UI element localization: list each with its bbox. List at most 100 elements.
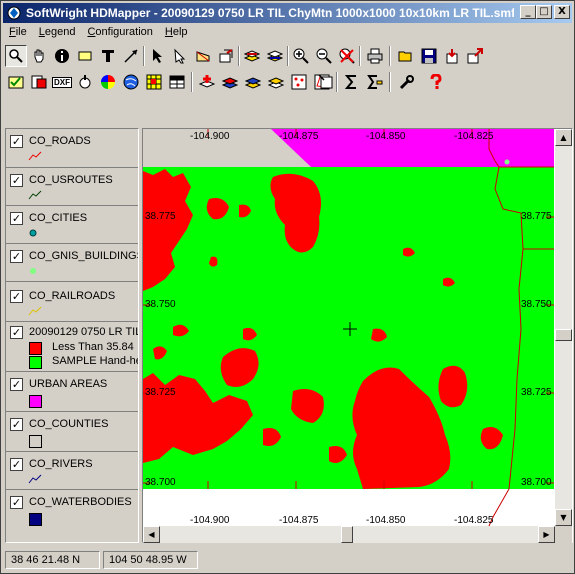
toolbar-separator [389, 46, 391, 66]
color-wheel-icon[interactable] [97, 71, 119, 93]
add-site-icon[interactable] [196, 71, 218, 93]
legend-layer-co-roads[interactable]: ✓ CO_ROADS [6, 129, 138, 167]
scroll-up-arrow-icon[interactable]: ▲ [555, 129, 572, 146]
layer-checkbox[interactable]: ✓ [10, 326, 23, 339]
layer-checkbox[interactable]: ✓ [10, 418, 23, 431]
hand-drag-icon[interactable] [74, 71, 96, 93]
legend-layer-co-gnis-buildings[interactable]: ✓ CO_GNIS_BUILDINGS [6, 243, 138, 281]
legend-layer-co-usroutes[interactable]: ✓ CO_USROUTES [6, 167, 138, 205]
grid-icon[interactable] [143, 71, 165, 93]
layer-checkbox[interactable]: ✓ [10, 496, 23, 509]
stack-red-icon[interactable] [219, 71, 241, 93]
menu-configuration[interactable]: Configuration [81, 24, 158, 41]
title-bar[interactable]: SoftWright HDMapper - 20090129 0750 LR T… [3, 3, 572, 23]
scroll-right-arrow-icon[interactable]: ▶ [538, 526, 555, 543]
zoom-icon[interactable] [5, 45, 27, 67]
check-icon[interactable] [5, 71, 27, 93]
legend-layer-co-counties[interactable]: ✓ CO_COUNTIES [6, 411, 138, 451]
vertical-scroll-thumb[interactable] [555, 329, 572, 341]
layer-checkbox[interactable]: ✓ [10, 174, 23, 187]
help-icon[interactable] [425, 71, 447, 93]
building-marker [504, 159, 510, 165]
layer-name: CO_WATERBODIES [29, 496, 132, 508]
legend-layer-co-railroads[interactable]: ✓ CO_RAILROADS [6, 281, 138, 321]
label-icon[interactable] [74, 45, 96, 67]
pan-hand-icon[interactable] [28, 45, 50, 67]
legend-panel: ✓ CO_ROADS ✓ CO_USROUTES ✓ CO_CITIES ✓ C… [5, 128, 139, 543]
text-tool-icon[interactable] [97, 45, 119, 67]
legend-layer-coverage[interactable]: ✓ 20090129 0750 LR TIL Less Than 35.84 S… [6, 321, 138, 371]
map-view[interactable]: -104.900 -104.875 -104.850 -104.825 38.7… [142, 128, 573, 543]
color-swatch [29, 356, 42, 369]
zoom-out-icon[interactable] [313, 45, 335, 67]
bottom-longitude-label: -104.900 [190, 515, 230, 526]
vertical-scrollbar[interactable]: ▲ ▼ [555, 129, 572, 526]
zoom-in-icon[interactable] [290, 45, 312, 67]
export-icon[interactable] [215, 45, 237, 67]
horizontal-scroll-thumb[interactable] [341, 526, 353, 543]
print-icon[interactable] [364, 45, 386, 67]
legend-layer-co-waterbodies[interactable]: ✓ CO_WATERBODIES [6, 489, 138, 542]
points-icon[interactable] [288, 71, 310, 93]
stack-yellow-icon[interactable] [265, 71, 287, 93]
status-latitude: 38 46 21.48 N [5, 551, 100, 569]
close-button[interactable]: X [554, 5, 570, 19]
layer-checkbox[interactable]: ✓ [10, 378, 23, 391]
layer-name: CO_USROUTES [29, 174, 113, 186]
layer-name: CO_ROADS [29, 135, 91, 147]
sum-edit-icon[interactable] [364, 71, 386, 93]
import-icon[interactable] [441, 45, 463, 67]
layer-name: URBAN AREAS [29, 378, 108, 390]
select-arrow-icon[interactable] [146, 45, 168, 67]
layer-checkbox[interactable]: ✓ [10, 458, 23, 471]
layer-checkbox[interactable]: ✓ [10, 290, 23, 303]
top-longitude-label: -104.850 [366, 131, 406, 142]
top-longitude-label: -104.875 [279, 131, 319, 142]
color-swatch [29, 395, 42, 408]
table-icon[interactable] [166, 71, 188, 93]
toolbar-separator [287, 46, 289, 66]
globe-icon[interactable] [120, 71, 142, 93]
top-longitude-label: -104.900 [190, 131, 230, 142]
dxf-icon[interactable]: DXF [51, 71, 73, 93]
layers-down-icon[interactable] [264, 45, 286, 67]
stack-blue-icon[interactable] [242, 71, 264, 93]
legend-layer-co-cities[interactable]: ✓ CO_CITIES [6, 205, 138, 243]
right-latitude-label: 38.775 [521, 211, 552, 222]
layers-up-icon[interactable] [241, 45, 263, 67]
horizontal-scrollbar[interactable]: ◀ ▶ [143, 526, 555, 543]
menu-file[interactable]: File [3, 24, 33, 41]
legend-layer-urban-areas[interactable]: ✓ URBAN AREAS [6, 371, 138, 411]
database-icon[interactable] [28, 71, 50, 93]
sum-icon[interactable] [341, 71, 363, 93]
layer-name: CO_RIVERS [29, 458, 93, 470]
zoom-cancel-icon[interactable] [336, 45, 358, 67]
layer-checkbox[interactable]: ✓ [10, 250, 23, 263]
right-latitude-label: 38.725 [521, 387, 552, 398]
info-icon[interactable] [51, 45, 73, 67]
map-canvas[interactable] [143, 129, 573, 543]
layer-name: CO_COUNTIES [29, 418, 109, 430]
properties-icon[interactable] [315, 71, 337, 93]
export-out-icon[interactable] [464, 45, 486, 67]
layer-checkbox[interactable]: ✓ [10, 135, 23, 148]
edit-pointer-icon[interactable] [169, 45, 191, 67]
layer-name: CO_RAILROADS [29, 290, 116, 302]
save-icon[interactable] [418, 45, 440, 67]
measure-icon[interactable] [120, 45, 142, 67]
area-icon[interactable] [192, 45, 214, 67]
maximize-button[interactable]: □ [536, 5, 552, 19]
minimize-button[interactable]: _ [520, 5, 536, 19]
scroll-left-arrow-icon[interactable]: ◀ [143, 526, 160, 543]
tools-icon[interactable] [396, 71, 418, 93]
menu-help[interactable]: Help [159, 24, 194, 41]
toolbar-secondary: DXF [3, 69, 574, 95]
layer-checkbox[interactable]: ✓ [10, 212, 23, 225]
legend-layer-co-rivers[interactable]: ✓ CO_RIVERS [6, 451, 138, 489]
building-dot-symbol [30, 268, 36, 274]
menu-legend[interactable]: Legend [33, 24, 82, 41]
open-folder-icon[interactable] [395, 45, 417, 67]
scroll-down-arrow-icon[interactable]: ▼ [555, 509, 572, 526]
city-dot-symbol [29, 229, 37, 237]
toolbar-separator [389, 72, 391, 92]
